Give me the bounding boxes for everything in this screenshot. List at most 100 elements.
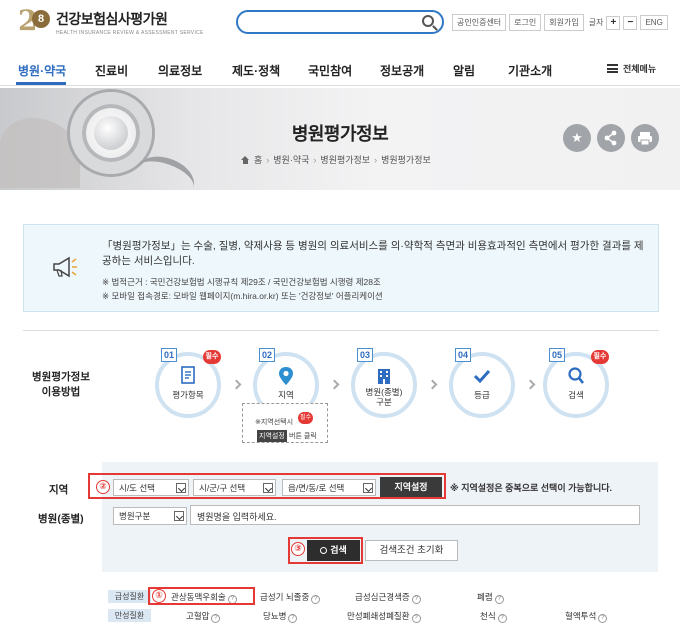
disease-item-label: 급성기 뇌졸중: [260, 592, 310, 602]
hospital-type-label: 병원(종별): [38, 513, 84, 525]
disease-item[interactable]: 당뇨병?: [263, 610, 298, 623]
step-grade: 04 등급: [449, 348, 515, 418]
breadcrumb-home[interactable]: 홈: [254, 153, 262, 166]
sigungu-select[interactable]: 시/군/구 선택: [193, 479, 276, 496]
help-icon[interactable]: ?: [211, 614, 221, 623]
step-marker-3: ③: [291, 542, 305, 556]
nav-item-disclosure[interactable]: 정보공개: [380, 62, 424, 79]
reset-button[interactable]: 검색조건 초기화: [365, 540, 458, 561]
step-number: 02: [259, 348, 275, 362]
hospital-type-select[interactable]: 병원구분: [113, 507, 187, 525]
disease-item-label: 혈액투석: [565, 611, 597, 621]
region-note: ※ 지역설정은 중복으로 선택이 가능합니다.: [450, 483, 613, 493]
nav-item-medical-info[interactable]: 의료정보: [158, 62, 202, 79]
breadcrumb-item[interactable]: 병원평가정보: [320, 153, 370, 166]
help-icon[interactable]: ?: [311, 595, 321, 604]
disease-item[interactable]: 고혈압?: [186, 610, 221, 623]
region-label: 지역: [49, 484, 69, 496]
check-icon: [473, 369, 491, 384]
document-icon: [181, 366, 195, 384]
disease-item[interactable]: 폐렴?: [477, 591, 504, 604]
help-icon[interactable]: ?: [497, 614, 507, 623]
print-icon[interactable]: [631, 124, 659, 152]
dong-select[interactable]: 읍/면/동/로 선택: [282, 479, 376, 496]
logo[interactable]: 28 건강보험심사평가원 HEALTH INSURANCE REVIEW & A…: [18, 4, 204, 37]
english-link[interactable]: ENG: [640, 15, 668, 30]
disease-item[interactable]: 만성폐쇄성폐질환?: [347, 610, 421, 623]
share-icon[interactable]: [597, 124, 625, 152]
site-search-input[interactable]: [248, 13, 418, 31]
site-search-box: [236, 10, 444, 34]
hint-text: 버튼 클릭: [289, 433, 317, 440]
disease-row-chronic: 만성질환 고혈압? 당뇨병? 만성폐쇄성폐질환? 천식? 혈액투석?: [103, 608, 659, 624]
chevron-down-icon: [174, 511, 184, 521]
usage-steps-label-line2: 이용방법: [41, 386, 81, 398]
help-icon[interactable]: ?: [411, 614, 421, 623]
step-label: 검색: [568, 390, 584, 400]
help-icon[interactable]: ?: [411, 595, 421, 604]
search-icon[interactable]: [422, 15, 434, 27]
cert-center-link[interactable]: 공인인증센터: [452, 14, 507, 31]
step-number: 04: [455, 348, 471, 362]
usage-steps-label: 병원평가정보 이용방법: [26, 370, 96, 400]
header: 28 건강보험심사평가원 HEALTH INSURANCE REVIEW & A…: [0, 0, 680, 50]
help-icon[interactable]: ?: [494, 595, 504, 604]
info-legal-note: ※ 법적근거 : 국민건강보험법 시행규칙 제29조 / 국민건강보험법 시행령…: [102, 277, 381, 287]
nav-item-about[interactable]: 기관소개: [508, 62, 552, 79]
font-increase-button[interactable]: +: [606, 15, 621, 30]
disease-category: 급성질환: [108, 590, 151, 603]
all-menu-label: 전체메뉴: [623, 64, 657, 74]
font-size-label: 글자: [588, 18, 604, 27]
dong-select-value: 읍/면/동/로 선택: [288, 483, 345, 493]
nav-item-participation[interactable]: 국민참여: [308, 62, 352, 79]
usage-steps-label-line1: 병원평가정보: [32, 371, 90, 383]
chevron-right-icon: ›: [313, 154, 317, 165]
region-set-button[interactable]: 지역설정: [380, 477, 442, 497]
sido-select-value: 시/도 선택: [119, 483, 156, 493]
step-number: 05: [549, 348, 565, 362]
font-decrease-button[interactable]: −: [623, 15, 638, 30]
step-marker-1: ①: [152, 589, 166, 603]
signup-link[interactable]: 회원가입: [544, 14, 584, 31]
logo-mark-icon: 28: [18, 4, 52, 37]
service-info-box: 「병원평가정보」는 수술, 질병, 약제사용 등 병원의 의료서비스를 의·약학…: [23, 224, 659, 312]
disease-item-label: 당뇨병: [263, 611, 287, 621]
breadcrumb-item[interactable]: 병원·약국: [273, 153, 309, 166]
search-button-label: 검색: [330, 545, 347, 555]
disease-item[interactable]: 급성심근경색증?: [355, 591, 421, 604]
login-link[interactable]: 로그인: [509, 14, 542, 31]
disease-item[interactable]: 혈액투석?: [565, 610, 608, 623]
all-menu-button[interactable]: 전체메뉴: [607, 62, 656, 75]
info-description: 「병원평가정보」는 수술, 질병, 약제사용 등 병원의 의료서비스를 의·약학…: [102, 240, 644, 267]
required-badge: 필수: [591, 350, 609, 364]
step-search: 05 필수 검색: [543, 348, 609, 418]
help-icon[interactable]: ?: [288, 614, 298, 623]
disease-item-label: 고혈압: [186, 611, 210, 621]
sido-select[interactable]: 시/도 선택: [113, 479, 189, 496]
chevron-down-icon: [263, 483, 273, 493]
search-button[interactable]: 검색: [307, 540, 360, 561]
nav-item-fees[interactable]: 진료비: [95, 62, 128, 79]
required-badge: 필수: [298, 412, 313, 424]
home-icon[interactable]: [241, 155, 250, 164]
utility-links: 공인인증센터 로그인 회원가입 글자 + − ENG: [452, 14, 668, 31]
disease-item[interactable]: 천식?: [480, 610, 507, 623]
nav-item-notice[interactable]: 알림: [453, 62, 475, 79]
building-icon: [378, 369, 390, 384]
help-icon[interactable]: ?: [598, 614, 608, 623]
step-label: 지역: [278, 390, 294, 400]
disease-item[interactable]: 급성기 뇌졸중?: [260, 591, 321, 604]
required-badge: 필수: [203, 350, 221, 364]
region-hint-box: ※지역선택시 필수 지역설정 버튼 클릭: [242, 403, 328, 443]
chevron-down-icon: [363, 483, 373, 493]
disease-item-label: 폐렴: [477, 592, 493, 602]
nav-item-hospital[interactable]: 병원·약국: [18, 62, 66, 79]
nav-item-policy[interactable]: 제도·정책: [232, 62, 280, 79]
step-label: 등급: [474, 390, 490, 400]
hospital-name-input[interactable]: 병원명을 입력하세요.: [190, 505, 640, 525]
step-marker-2: ②: [96, 480, 110, 494]
chevron-right-icon: ›: [266, 154, 270, 165]
nav-active-indicator: [16, 82, 66, 85]
favorite-star-icon[interactable]: ★: [563, 124, 591, 152]
main-nav: 병원·약국 진료비 의료정보 제도·정책 국민참여 정보공개 알림 기관소개 전…: [0, 52, 680, 86]
